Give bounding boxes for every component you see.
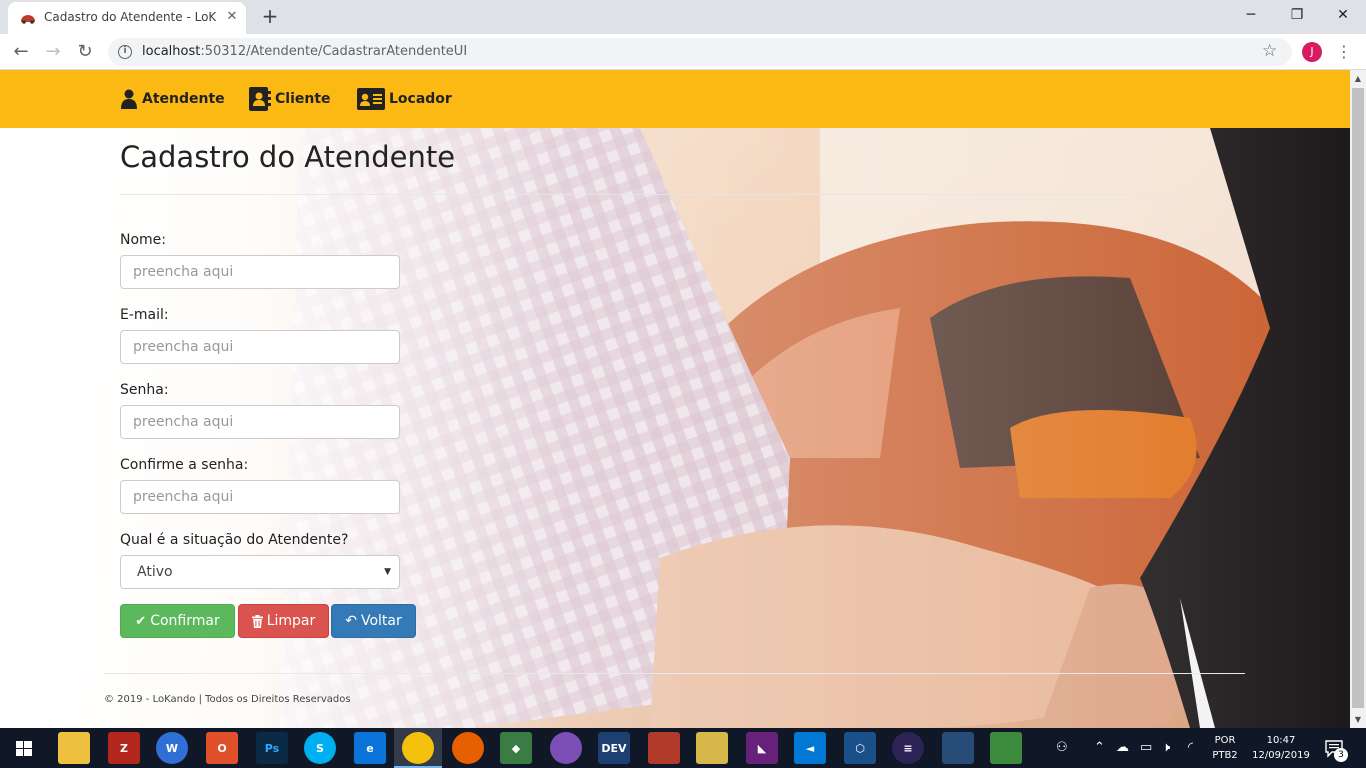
- close-window-icon[interactable]: ✕: [1320, 0, 1366, 30]
- footer-copyright: © 2019 - LoKando | Todos os Direitos Res…: [104, 694, 351, 705]
- page-viewport: Atendente Cliente Locador Cadastro do At…: [0, 70, 1350, 728]
- confirm-button-label: Confirmar: [150, 613, 220, 629]
- network-icon[interactable]: ☁: [1116, 740, 1129, 755]
- id-card-icon: [357, 88, 385, 110]
- app-icon[interactable]: [550, 732, 582, 764]
- password-label: Senha:: [120, 382, 169, 398]
- info-icon[interactable]: i: [118, 45, 132, 59]
- minimize-icon[interactable]: ─: [1228, 0, 1274, 30]
- battery-icon[interactable]: ▭: [1140, 740, 1152, 755]
- status-label: Qual é a situação do Atendente?: [120, 532, 349, 548]
- address-book-icon: [249, 87, 271, 111]
- profile-avatar[interactable]: J: [1302, 42, 1322, 62]
- page-scrollbar[interactable]: ▲ ▼: [1350, 70, 1366, 728]
- nav-item-label: Atendente: [142, 91, 225, 107]
- firefox-icon[interactable]: [452, 732, 484, 764]
- scroll-up-icon[interactable]: ▲: [1350, 70, 1366, 87]
- menu-icon[interactable]: ⋮: [1336, 41, 1352, 63]
- nav-item-label: Cliente: [275, 91, 331, 107]
- trash-icon: [251, 614, 263, 628]
- page-title: Cadastro do Atendente: [120, 140, 456, 174]
- confirm-password-label: Confirme a senha:: [120, 457, 249, 473]
- visual-studio-icon[interactable]: ◣: [746, 732, 778, 764]
- tab-strip: Cadastro do Atendente - LoKando ✕ + ─ ❐ …: [0, 0, 1366, 34]
- notification-count-badge: 3: [1334, 748, 1348, 762]
- email-label: E-mail:: [120, 307, 169, 323]
- password-input[interactable]: [120, 405, 400, 439]
- reply-arrow-icon: ↶: [345, 613, 357, 629]
- windows-taskbar: Z W O Ps S e ◆ DEV ◣ ◄ ⬡ ≡ ⚇ ⌃ ☁ ▭ 🕨 ◜ P…: [0, 728, 1366, 768]
- title-divider: [120, 194, 1180, 195]
- filezilla-icon[interactable]: Z: [108, 732, 140, 764]
- confirm-password-input[interactable]: [120, 480, 400, 514]
- nav-item-label: Locador: [389, 91, 452, 107]
- back-icon[interactable]: ←: [8, 39, 34, 65]
- url-path: :50312/Atendente/CadastrarAtendenteUI: [200, 44, 468, 59]
- browser-tab[interactable]: Cadastro do Atendente - LoKando ✕: [8, 2, 246, 34]
- back-button[interactable]: ↶ Voltar: [331, 604, 416, 638]
- new-tab-plus-icon[interactable]: +: [258, 4, 282, 28]
- nav-item-atendente[interactable]: Atendente: [120, 86, 225, 112]
- virtualbox-icon[interactable]: ⬡: [844, 732, 876, 764]
- language-indicator[interactable]: POR PTB2: [1210, 733, 1240, 763]
- wps-writer-icon[interactable]: W: [156, 732, 188, 764]
- wifi-icon[interactable]: ◜: [1188, 740, 1193, 755]
- url-text: localhost:50312/Atendente/CadastrarAtend…: [142, 44, 467, 59]
- vs-code-icon[interactable]: ◄: [794, 732, 826, 764]
- devexpress-icon[interactable]: DEV: [598, 732, 630, 764]
- office-icon[interactable]: O: [206, 732, 238, 764]
- tab-title: Cadastro do Atendente - LoKando: [44, 10, 216, 24]
- eclipse-icon[interactable]: ≡: [892, 732, 924, 764]
- status-selected-value: Ativo: [137, 564, 173, 580]
- name-input[interactable]: [120, 255, 400, 289]
- volume-mute-icon[interactable]: 🕨: [1162, 740, 1170, 755]
- sql-server-icon[interactable]: [942, 732, 974, 764]
- app-icon[interactable]: [648, 732, 680, 764]
- file-explorer-icon[interactable]: [58, 732, 90, 764]
- scroll-down-icon[interactable]: ▼: [1350, 711, 1366, 728]
- skype-icon[interactable]: S: [304, 732, 336, 764]
- app-icon[interactable]: [990, 732, 1022, 764]
- close-tab-icon[interactable]: ✕: [224, 9, 240, 25]
- name-label: Nome:: [120, 232, 167, 248]
- clock-date: 12/09/2019: [1252, 750, 1310, 761]
- windows-start-icon[interactable]: [0, 728, 48, 768]
- url-host: localhost: [142, 44, 201, 59]
- bookmark-star-icon[interactable]: ☆: [1262, 41, 1277, 61]
- edge-icon[interactable]: e: [354, 732, 386, 764]
- clear-button[interactable]: Limpar: [238, 604, 329, 638]
- people-icon[interactable]: ⚇: [1056, 740, 1068, 755]
- chevron-up-icon[interactable]: ⌃: [1094, 740, 1105, 755]
- back-button-label: Voltar: [360, 613, 402, 629]
- clear-button-label: Limpar: [266, 613, 316, 629]
- photoshop-icon[interactable]: Ps: [256, 732, 288, 764]
- clock[interactable]: 10:47 12/09/2019: [1246, 733, 1316, 763]
- status-select[interactable]: Ativo ▼: [120, 555, 400, 589]
- user-icon: [121, 89, 137, 109]
- footer-divider: [104, 673, 1245, 674]
- reload-icon[interactable]: ↻: [72, 39, 98, 65]
- chrome-icon[interactable]: [402, 732, 434, 764]
- keyboard-layout: PTB2: [1212, 750, 1238, 761]
- language-code: POR: [1214, 735, 1236, 746]
- dropdown-arrow-icon: ▼: [384, 567, 391, 577]
- app-icon[interactable]: [696, 732, 728, 764]
- git-icon[interactable]: ◆: [500, 732, 532, 764]
- nav-item-locador[interactable]: Locador: [357, 86, 452, 112]
- lokando-favicon-icon: [21, 15, 35, 24]
- email-input[interactable]: [120, 330, 400, 364]
- check-icon: ✔: [135, 613, 147, 629]
- maximize-icon[interactable]: ❐: [1274, 0, 1320, 30]
- browser-toolbar: ← → ↻ i localhost:50312/Atendente/Cadast…: [0, 34, 1366, 70]
- clock-time: 10:47: [1266, 735, 1296, 746]
- top-navbar: Atendente Cliente Locador: [0, 70, 1350, 128]
- address-bar[interactable]: i localhost:50312/Atendente/CadastrarAte…: [108, 38, 1292, 66]
- scroll-thumb[interactable]: [1352, 88, 1364, 708]
- forward-icon[interactable]: →: [40, 39, 66, 65]
- nav-item-cliente[interactable]: Cliente: [249, 86, 331, 112]
- confirm-button[interactable]: ✔ Confirmar: [120, 604, 235, 638]
